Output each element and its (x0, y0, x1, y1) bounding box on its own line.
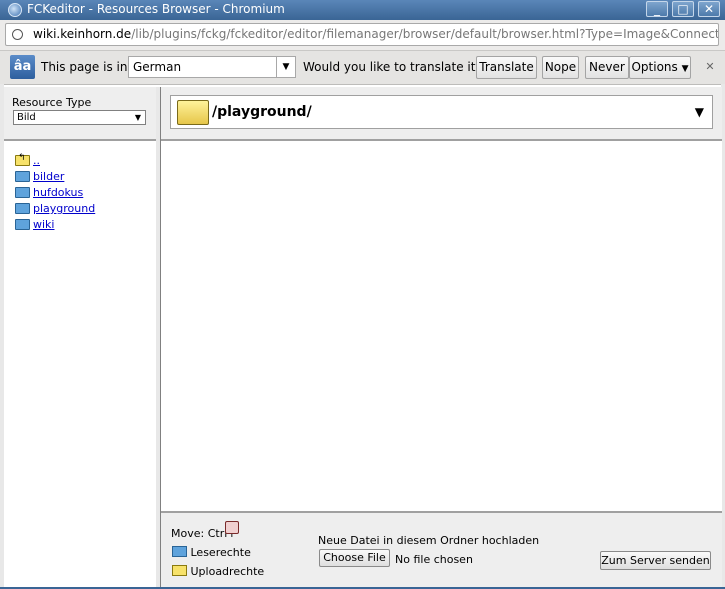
options-arrow-icon: ▼ (681, 64, 689, 74)
window-titlebar: FCKeditor - Resources Browser - Chromium… (0, 0, 725, 20)
chevron-down-icon: ▼ (134, 113, 141, 122)
resource-type-value: Bild (17, 112, 36, 123)
translate-question: Would you like to translate it? (303, 60, 482, 74)
current-path-select[interactable]: /playground/ ▼ (170, 95, 713, 129)
options-label: Options (631, 60, 678, 74)
folder-icon (15, 171, 30, 182)
current-path: /playground/ (212, 104, 312, 120)
chromium-icon (8, 3, 22, 17)
file-list-area[interactable] (161, 144, 722, 510)
file-pane: /playground/ ▼ Move: Ctrl+ Leserechte Up… (160, 87, 722, 589)
upload-rights-label: Uploadrechte (190, 565, 265, 578)
resource-type-panel: Resource Type Bild ▼ (4, 87, 156, 141)
language-value: German (133, 60, 182, 74)
nope-button[interactable]: Nope (542, 56, 579, 79)
open-folder-icon (177, 100, 209, 125)
translate-infobar: âa This page is in German ▼ Would you li… (0, 51, 725, 85)
chevron-down-icon: ▼ (694, 105, 704, 119)
never-translate-button[interactable]: Never translate German (585, 56, 629, 79)
language-select[interactable]: German ▼ (128, 56, 296, 78)
folder-pane: Resource Type Bild ▼ .. bilder hufdokus … (4, 87, 157, 587)
folder-link[interactable]: .. (33, 154, 40, 167)
page-info-icon[interactable] (12, 29, 23, 40)
minimize-button[interactable]: _ (646, 1, 668, 17)
path-header: /playground/ ▼ (161, 87, 722, 141)
address-bar: wiki.keinhorn.de/lib/plugins/fckg/fckedi… (0, 20, 725, 51)
no-file-chosen-text: No file chosen (395, 553, 473, 566)
move-icon (225, 521, 239, 534)
close-window-button[interactable]: ✕ (698, 1, 720, 17)
chevron-down-icon: ▼ (276, 57, 295, 77)
choose-file-button[interactable]: Choose File (319, 549, 390, 567)
folder-icon (15, 203, 30, 214)
options-button[interactable]: Options ▼ (629, 56, 691, 79)
url-path: /lib/plugins/fckg/fckeditor/editor/filem… (131, 27, 719, 41)
resource-type-label: Resource Type (12, 96, 92, 109)
folder-up-icon (15, 153, 30, 166)
send-to-server-button[interactable]: Zum Server senden (600, 551, 711, 570)
url-field[interactable]: wiki.keinhorn.de/lib/plugins/fckg/fckedi… (5, 23, 719, 46)
translate-button[interactable]: Translate (476, 56, 537, 79)
folder-link[interactable]: wiki (33, 218, 54, 231)
read-rights-legend: Leserechte (172, 546, 251, 559)
folder-icon (15, 187, 30, 198)
maximize-button[interactable]: □ (672, 1, 694, 17)
folder-icon (172, 565, 187, 576)
folder-icon (15, 219, 30, 230)
upload-panel: Move: Ctrl+ Leserechte Uploadrechte Neue… (161, 511, 722, 589)
folder-link[interactable]: hufdokus (33, 186, 83, 199)
url-host: wiki.keinhorn.de (33, 27, 132, 41)
upload-rights-legend: Uploadrechte (172, 565, 264, 578)
folder-link[interactable]: playground (33, 202, 95, 215)
upload-label: Neue Datei in diesem Ordner hochladen (318, 534, 540, 547)
url-text: wiki.keinhorn.de/lib/plugins/fckg/fckedi… (33, 24, 719, 45)
translate-icon: âa (10, 55, 35, 79)
read-rights-label: Leserechte (190, 546, 251, 559)
folder-link[interactable]: bilder (33, 170, 64, 183)
window-title: FCKeditor - Resources Browser - Chromium (27, 2, 285, 16)
close-infobar-icon[interactable]: ✕ (704, 61, 716, 73)
translate-prefix: This page is in (41, 60, 128, 74)
resource-type-select[interactable]: Bild ▼ (13, 110, 146, 125)
folder-icon (172, 546, 187, 557)
